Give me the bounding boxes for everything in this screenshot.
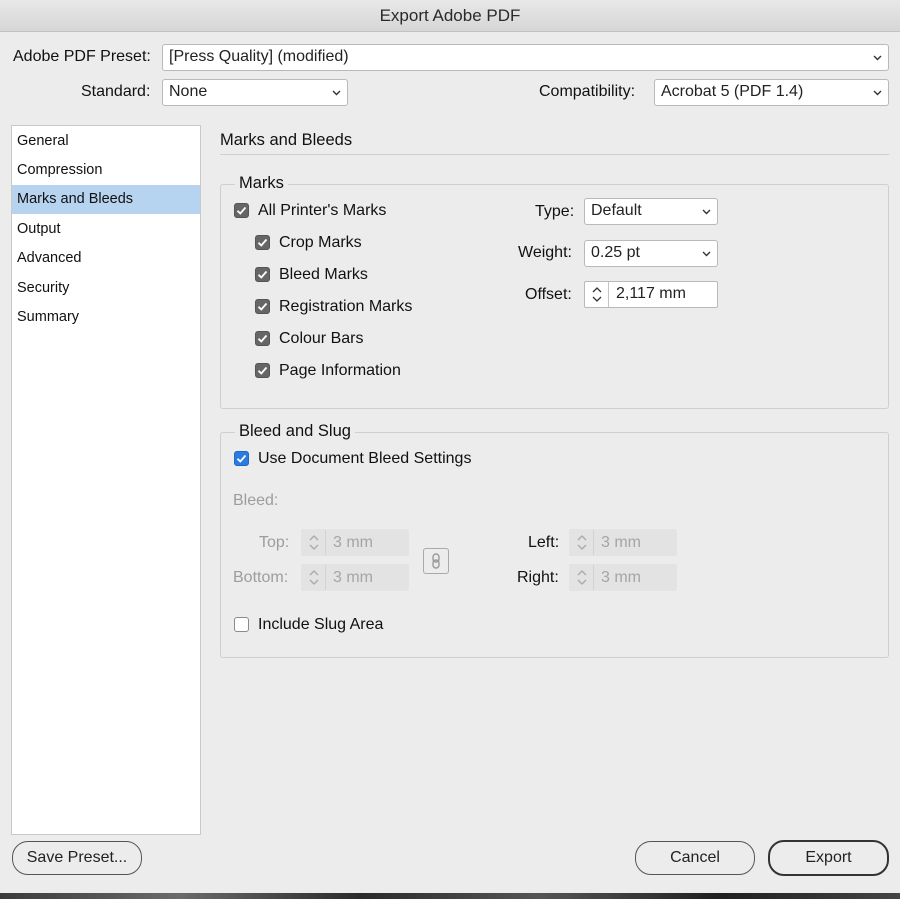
checkmark-icon: [257, 302, 268, 311]
stepper-arrows-icon: [577, 535, 587, 550]
type-label: Type:: [535, 203, 575, 220]
chevron-down-icon: [702, 207, 711, 215]
weight-value: 0.25 pt: [591, 244, 640, 261]
page-information-label: Page Information: [279, 362, 401, 379]
link-chain-icon[interactable]: [423, 548, 449, 574]
crop-marks-label: Crop Marks: [279, 234, 362, 251]
bleed-marks-checkbox[interactable]: [255, 267, 270, 282]
registration-marks-label: Registration Marks: [279, 298, 413, 315]
bleed-slug-legend: Bleed and Slug: [235, 422, 355, 441]
all-printers-marks-checkbox[interactable]: [234, 203, 249, 218]
save-preset-button[interactable]: Save Preset...: [12, 841, 142, 875]
colour-bars-checkbox[interactable]: [255, 331, 270, 346]
all-printers-marks-label: All Printer's Marks: [258, 202, 387, 219]
top-label: Top:: [259, 534, 290, 551]
sidebar-item-general[interactable]: General: [12, 127, 200, 156]
compatibility-value: Acrobat 5 (PDF 1.4): [661, 83, 804, 100]
cancel-button[interactable]: Cancel: [635, 841, 755, 875]
right-label: Right:: [517, 569, 559, 586]
sidebar-item-output[interactable]: Output: [12, 215, 200, 244]
compatibility-dropdown[interactable]: Acrobat 5 (PDF 1.4): [654, 79, 889, 106]
checkmark-icon: [257, 270, 268, 279]
chevron-down-icon: [873, 53, 882, 61]
include-slug-checkbox[interactable]: [234, 617, 249, 632]
type-value: Default: [591, 202, 642, 219]
preset-label: Adobe PDF Preset:: [13, 48, 151, 65]
stepper-arrows-icon: [309, 535, 319, 550]
sidebar-item-advanced[interactable]: Advanced: [12, 244, 200, 273]
offset-label: Offset:: [525, 286, 572, 303]
bottom-value: 3 mm: [333, 569, 373, 586]
type-dropdown[interactable]: Default: [584, 198, 718, 225]
right-value: 3 mm: [601, 569, 641, 586]
offset-value: 2,117 mm: [616, 285, 686, 302]
sidebar-item-security[interactable]: Security: [12, 274, 200, 303]
checkmark-icon: [257, 238, 268, 247]
stepper-arrows-icon: [592, 287, 602, 302]
standard-dropdown[interactable]: None: [162, 79, 348, 106]
sidebar-item-compression[interactable]: Compression: [12, 156, 200, 185]
stepper-arrows-icon: [309, 570, 319, 585]
include-slug-label: Include Slug Area: [258, 616, 384, 633]
top-value: 3 mm: [333, 534, 373, 551]
left-value: 3 mm: [601, 534, 641, 551]
left-stepper[interactable]: [570, 530, 594, 555]
checkmark-icon: [236, 206, 247, 215]
sidebar: General Compression Marks and Bleeds Out…: [11, 125, 201, 835]
bleed-marks-label: Bleed Marks: [279, 266, 368, 283]
stepper-arrows-icon: [577, 570, 587, 585]
bleed-label: Bleed:: [233, 492, 279, 509]
weight-label: Weight:: [518, 244, 572, 261]
chevron-down-icon: [332, 88, 341, 96]
offset-stepper[interactable]: [585, 282, 609, 307]
sidebar-item-marks-and-bleeds[interactable]: Marks and Bleeds: [12, 185, 200, 214]
checkmark-icon: [257, 366, 268, 375]
standard-label: Standard:: [81, 83, 151, 100]
panel-divider: [220, 154, 889, 155]
preset-value: [Press Quality] (modified): [169, 48, 349, 65]
crop-marks-checkbox[interactable]: [255, 235, 270, 250]
background-strip: [0, 893, 900, 899]
use-document-bleed-label: Use Document Bleed Settings: [258, 450, 472, 467]
bottom-label: Bottom:: [233, 569, 289, 586]
use-document-bleed-checkbox[interactable]: [234, 451, 249, 466]
right-field[interactable]: 3 mm: [569, 564, 677, 591]
weight-dropdown[interactable]: 0.25 pt: [584, 240, 718, 267]
panel-title: Marks and Bleeds: [220, 131, 353, 149]
colour-bars-label: Colour Bars: [279, 330, 364, 347]
left-label: Left:: [528, 534, 560, 551]
registration-marks-checkbox[interactable]: [255, 299, 270, 314]
page-information-checkbox[interactable]: [255, 363, 270, 378]
chevron-down-icon: [873, 88, 882, 96]
export-button[interactable]: Export: [768, 840, 889, 876]
sidebar-item-summary[interactable]: Summary: [12, 303, 200, 332]
top-field[interactable]: 3 mm: [301, 529, 409, 556]
bottom-stepper[interactable]: [302, 565, 326, 590]
compatibility-label: Compatibility:: [539, 83, 636, 100]
checkmark-icon: [236, 454, 247, 463]
right-stepper[interactable]: [570, 565, 594, 590]
offset-field[interactable]: 2,117 mm: [584, 281, 718, 308]
top-stepper[interactable]: [302, 530, 326, 555]
marks-legend: Marks: [235, 174, 288, 193]
preset-dropdown[interactable]: [Press Quality] (modified): [162, 44, 889, 71]
checkmark-icon: [257, 334, 268, 343]
bottom-field[interactable]: 3 mm: [301, 564, 409, 591]
standard-value: None: [169, 83, 208, 100]
window-title: Export Adobe PDF: [0, 0, 900, 32]
chevron-down-icon: [702, 249, 711, 257]
left-field[interactable]: 3 mm: [569, 529, 677, 556]
